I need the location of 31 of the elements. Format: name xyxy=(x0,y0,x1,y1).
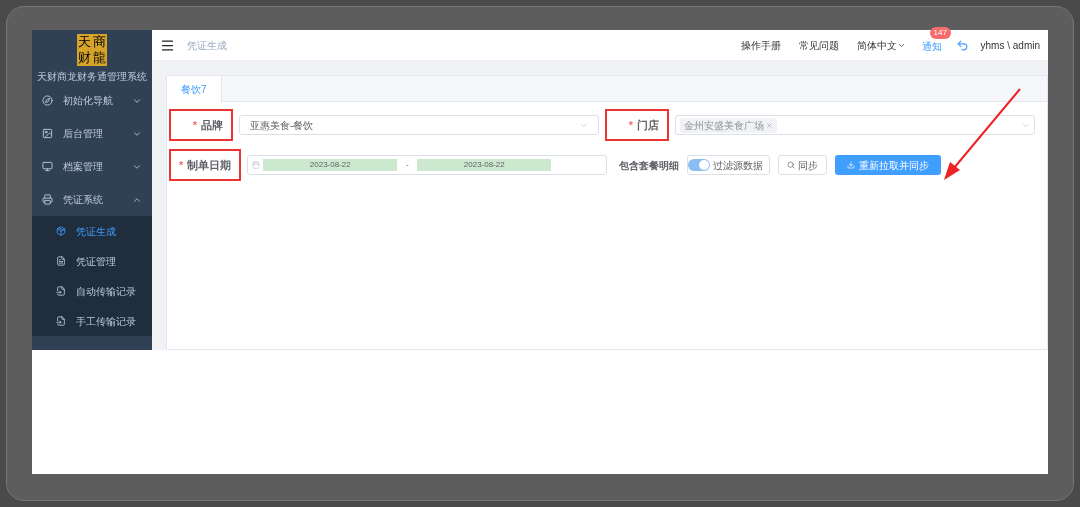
system-name: 天财商龙财务通管理系统 xyxy=(36,70,148,84)
menu-item[interactable]: 凭证系统 xyxy=(32,183,152,216)
submenu-item[interactable]: 自动传输记录 xyxy=(32,276,152,306)
label-text: 门店 xyxy=(637,117,659,133)
store-tag: 金州安盛美食广场 xyxy=(680,117,777,133)
breadcrumb: 凭证生成 xyxy=(187,38,227,53)
date-range-field[interactable]: 2023-08-22 - 2023-08-22 xyxy=(247,155,608,175)
end-date: 2023-08-22 xyxy=(417,159,552,171)
label-text: 品牌 xyxy=(201,117,223,133)
brand-select[interactable]: 亚惠美食-餐饮 xyxy=(239,115,599,135)
logo: 天 商 财龍 xyxy=(77,34,107,66)
menu-item[interactable]: 后台管理 xyxy=(32,117,152,150)
required-mark: * xyxy=(179,157,184,173)
required-mark: * xyxy=(628,117,633,133)
sync-button[interactable]: 同步 xyxy=(778,155,828,175)
menu-item[interactable]: 档案管理 xyxy=(32,150,152,183)
submenu-item[interactable]: 凭证生成 xyxy=(32,216,152,246)
filter-toggle[interactable]: 过滤源数据 xyxy=(687,155,771,175)
submenu-item[interactable]: 手工传输记录 xyxy=(32,306,152,336)
user-name[interactable]: yhms \ admin xyxy=(980,37,1040,53)
count-badge: 147 xyxy=(929,27,951,39)
required-mark: * xyxy=(192,117,197,133)
start-date: 2023-08-22 xyxy=(263,159,398,171)
header-link[interactable]: 常见问题 xyxy=(798,37,839,53)
submenu-item[interactable]: 凭证管理 xyxy=(32,246,152,276)
menu-item[interactable]: 初始化导航 xyxy=(32,84,152,117)
range-separator: - xyxy=(404,159,410,171)
header-link[interactable]: 操作手册 xyxy=(740,37,781,53)
label-text: 制单日期 xyxy=(187,157,232,173)
language-select[interactable]: 简体中文 xyxy=(856,37,906,53)
include-label: 包含套餐明细 xyxy=(619,158,680,173)
